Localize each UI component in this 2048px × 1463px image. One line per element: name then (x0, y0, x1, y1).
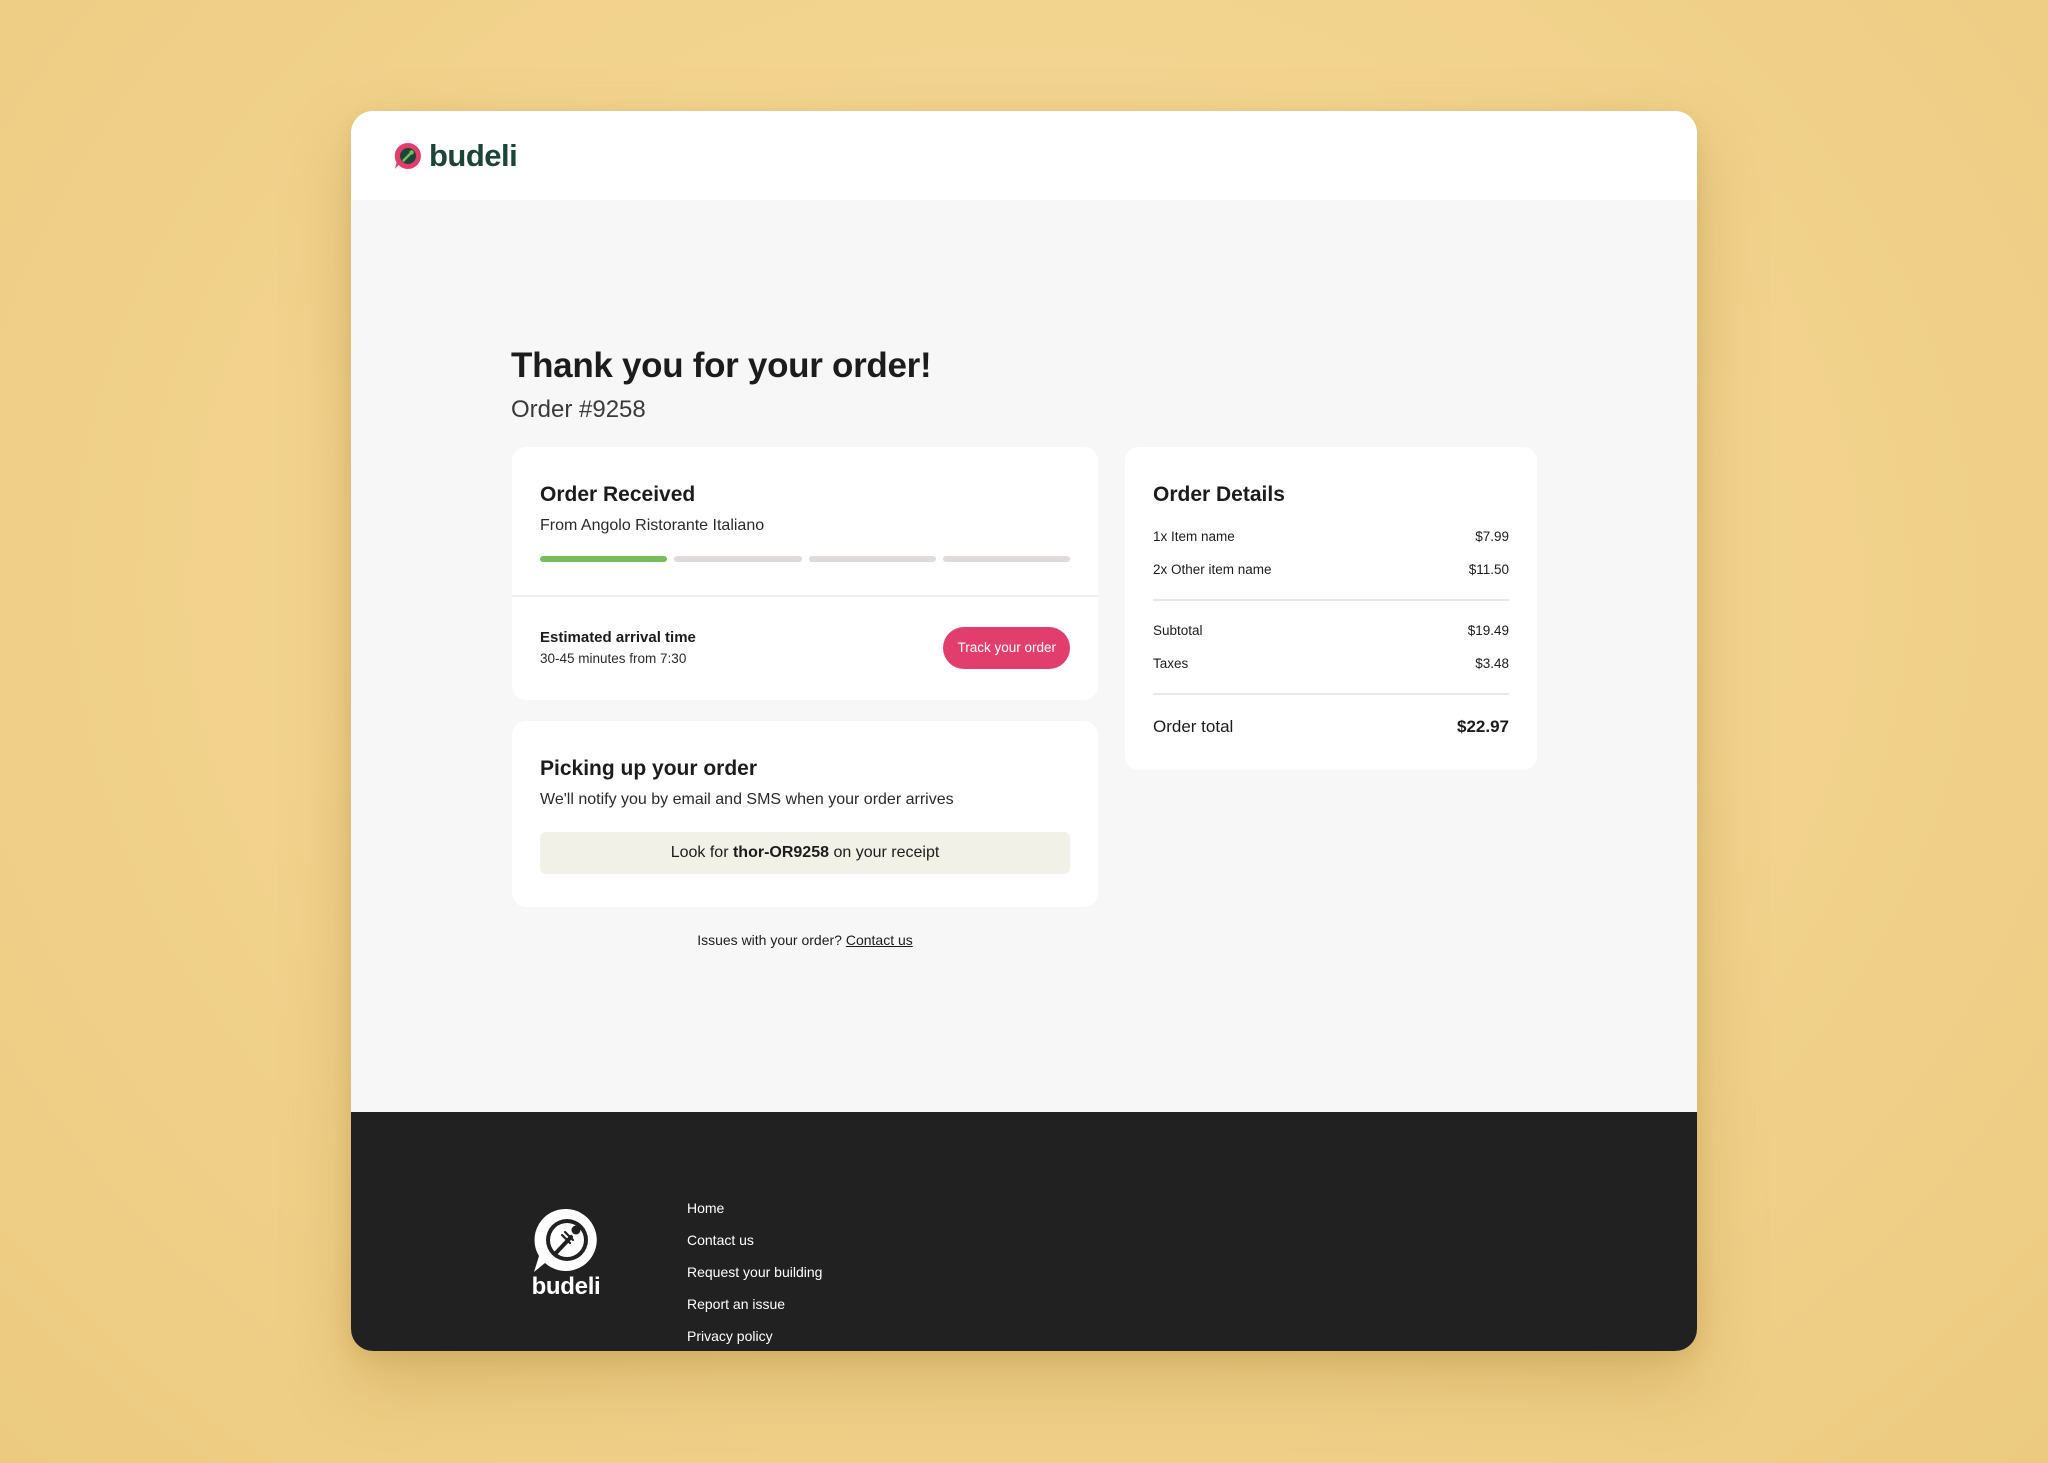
line-items: 1x Item name $7.99 2x Other item name $1… (1153, 529, 1509, 577)
footer-link-label[interactable]: Report an issue (687, 1296, 785, 1312)
progress-step-2 (674, 556, 802, 562)
eta-value: 30-45 minutes from 7:30 (540, 651, 687, 666)
footer-link-label[interactable]: Privacy policy (687, 1328, 773, 1344)
receipt-suffix: on your receipt (829, 844, 940, 861)
progress-step-3 (808, 556, 936, 562)
brand-name: budeli (429, 137, 518, 173)
footer-link-privacy[interactable]: Privacy policy (687, 1328, 822, 1351)
taxes-row: Taxes $3.48 (1153, 656, 1509, 671)
budeli-logo-icon (394, 142, 421, 169)
eta-section: Estimated arrival time 30-45 minutes fro… (512, 597, 1098, 698)
order-status-card: Order Received From Angolo Ristorante It… (512, 447, 1098, 700)
top-bar: budeli (351, 111, 1697, 200)
page-heading: Thank you for your order! Order #9258 (511, 346, 932, 424)
brand-logo[interactable]: budeli (393, 137, 518, 174)
contact-us-link[interactable]: Contact us (846, 932, 913, 948)
status-section: Order Received From Angolo Ristorante It… (512, 447, 1098, 597)
item-price: $11.50 (1468, 562, 1509, 577)
divider (1153, 693, 1509, 695)
footer-logo[interactable]: budeli (531, 1206, 601, 1301)
footer-links: Home Contact us Request your building Re… (687, 1200, 822, 1351)
footer-link-contact[interactable]: Contact us (687, 1232, 822, 1264)
price-summary: Subtotal $19.49 Taxes $3.48 (1153, 623, 1509, 671)
line-item: 1x Item name $7.99 (1153, 529, 1509, 544)
taxes-label: Taxes (1153, 656, 1189, 671)
issues-line: Issues with your order? Contact us (512, 932, 1098, 948)
divider (1153, 599, 1509, 601)
pickup-subtitle: We'll notify you by email and SMS when y… (540, 791, 954, 808)
footer-brand-name: budeli (531, 1273, 601, 1300)
line-item: 2x Other item name $11.50 (1153, 562, 1509, 577)
order-number: Order #9258 (511, 396, 646, 423)
order-progress-bar (540, 556, 1070, 562)
order-details-card: Order Details 1x Item name $7.99 2x Othe… (1125, 447, 1537, 770)
total-label: Order total (1153, 717, 1234, 736)
subtotal-row: Subtotal $19.49 (1153, 623, 1509, 638)
restaurant-name: From Angolo Ristorante Italiano (540, 517, 765, 534)
track-order-button[interactable]: Track your order (943, 626, 1070, 669)
receipt-code-box: Look for thor-OR9258 on your receipt (540, 832, 1070, 874)
item-name: 2x Other item name (1153, 562, 1272, 577)
total-row: Order total $22.97 (1153, 717, 1509, 737)
footer-link-home[interactable]: Home (687, 1200, 822, 1232)
eta-label: Estimated arrival time (540, 629, 696, 646)
total-value: $22.97 (1457, 717, 1509, 736)
progress-step-4 (942, 556, 1070, 562)
pickup-card: Picking up your order We'll notify you b… (512, 721, 1098, 907)
budeli-logo-icon (534, 1208, 597, 1272)
app-window: budeli Thank you for your order! Order #… (351, 111, 1697, 1351)
subtotal-value: $19.49 (1467, 623, 1509, 638)
details-title: Order Details (1153, 483, 1285, 506)
taxes-value: $3.48 (1475, 656, 1509, 671)
receipt-code: thor-OR9258 (732, 844, 829, 861)
footer: budeli Home Contact us Request your buil… (351, 1112, 1697, 1351)
page-title: Thank you for your order! (511, 346, 932, 385)
footer-link-label[interactable]: Request your building (687, 1264, 822, 1280)
footer-link-report-issue[interactable]: Report an issue (687, 1296, 822, 1328)
receipt-prefix: Look for (670, 844, 733, 861)
pickup-title: Picking up your order (540, 757, 758, 780)
status-title: Order Received (540, 483, 696, 506)
footer-link-label[interactable]: Home (687, 1200, 724, 1216)
footer-link-label[interactable]: Contact us (687, 1232, 754, 1248)
item-price: $7.99 (1475, 529, 1509, 544)
item-name: 1x Item name (1153, 529, 1235, 544)
progress-step-1 (540, 556, 668, 562)
footer-link-request-building[interactable]: Request your building (687, 1264, 822, 1296)
subtotal-label: Subtotal (1153, 623, 1203, 638)
main-content: Thank you for your order! Order #9258 Or… (351, 200, 1697, 1112)
issues-text: Issues with your order? (697, 932, 846, 948)
